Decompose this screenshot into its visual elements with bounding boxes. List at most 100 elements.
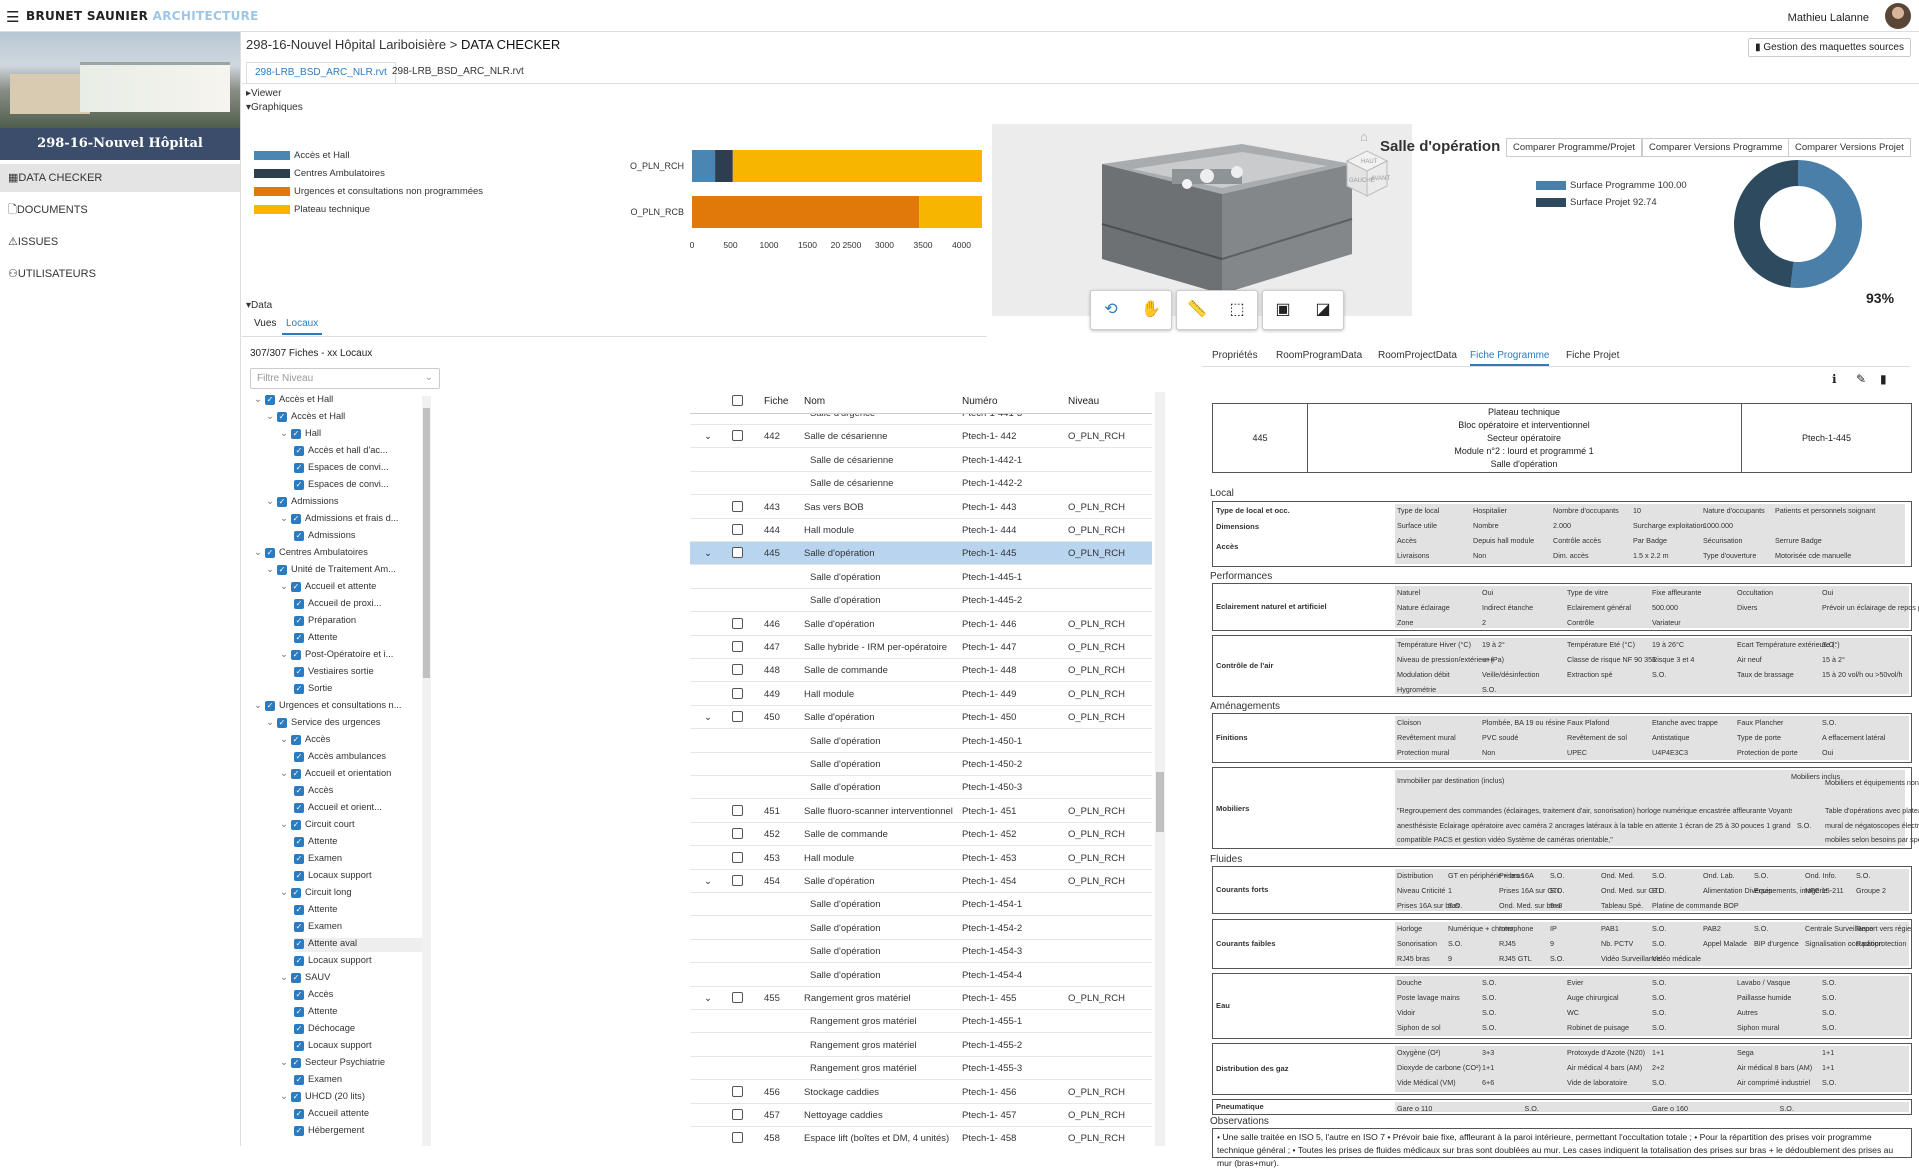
breadcrumb-project[interactable]: 298-16-Nouvel Hôpital Lariboisière — [246, 37, 446, 52]
row-checkbox[interactable] — [732, 547, 743, 559]
chevron-down-icon[interactable]: ⌄ — [704, 993, 712, 1004]
row-checkbox[interactable] — [732, 711, 743, 723]
select-all-checkbox[interactable] — [732, 395, 743, 406]
column-nom[interactable]: Nom — [804, 396, 825, 407]
file-tab-2[interactable]: 298-LRB_BSD_ARC_NLR.rvt — [384, 62, 532, 84]
table-row[interactable]: Salle d'opération Ptech-1-450-3 — [690, 776, 1152, 800]
menu-icon[interactable]: ☰ — [6, 8, 19, 26]
sources-management-button[interactable]: ▮ Gestion des maquettes sources — [1748, 38, 1911, 57]
table-row[interactable]: 452 Salle de commande Ptech-1- 452 O_PLN_RC… — [690, 823, 1152, 847]
table-row[interactable]: Salle d'opération Ptech-1-445-1 — [690, 566, 1152, 589]
tab-locaux[interactable]: Locaux — [282, 318, 323, 335]
row-checkbox[interactable] — [732, 641, 743, 652]
file-tab-1[interactable]: 298-LRB_BSD_ARC_NLR.rvt — [246, 62, 396, 84]
table-row[interactable]: Rangement gros matériel Ptech-1-455-1 — [690, 1010, 1152, 1034]
row-checkbox[interactable] — [732, 500, 743, 512]
row-checkbox[interactable] — [732, 851, 743, 863]
table-row[interactable]: Salle d'opération Ptech-1-454-4 — [690, 964, 1152, 987]
data-toggle[interactable]: ▾Data — [246, 300, 272, 311]
table-row[interactable]: ⌄ 450 Salle d'opération Ptech-1- 450 O_PLN_R… — [690, 706, 1152, 730]
table-row[interactable]: Salle d'opération Ptech-1-454-2 — [690, 917, 1152, 940]
row-checkbox[interactable] — [732, 687, 743, 699]
view-cube[interactable]: HAUT GAUCHE AVANT — [1337, 146, 1397, 206]
table-row[interactable]: 449 Hall module Ptech-1- 449 O_PLN_RCH — [690, 683, 1152, 706]
chevron-down-icon[interactable]: ⌄ — [254, 394, 265, 405]
home-icon[interactable]: ⌂ — [1360, 129, 1368, 144]
table-scrollbar[interactable] — [1155, 392, 1165, 1146]
table-row[interactable]: Salle d'urgence Ptech-1-441-3 — [690, 414, 1152, 425]
table-row[interactable]: ⌄ 454 Salle d'opération Ptech-1- 454 O_PLN_R… — [690, 870, 1152, 893]
row-checkbox[interactable] — [732, 664, 743, 676]
sidebar-item-documents[interactable]: 🗋DOCUMENTS — [0, 196, 240, 224]
table-row[interactable]: Salle d'opération Ptech-1-450-1 — [690, 730, 1152, 753]
document-icon[interactable]: ▮ — [1880, 372, 1887, 386]
table-row[interactable]: 447 Salle hybride - IRM per-opératoire Pte… — [690, 636, 1152, 659]
tree-node[interactable]: ⌄ ✓ Accès et Hall — [254, 394, 333, 408]
table-row[interactable]: 451 Salle fluoro-scanner interventionnel P… — [690, 800, 1152, 823]
table-row[interactable]: Rangement gros matériel Ptech-1-455-3 — [690, 1057, 1152, 1081]
viewer-toggle[interactable]: ▸Viewer — [246, 88, 281, 99]
row-checkbox[interactable] — [732, 875, 743, 886]
graphiques-toggle[interactable]: ▾Graphiques — [246, 102, 303, 113]
sidebar-item-issues[interactable]: ⚠ISSUES — [0, 228, 240, 256]
measure-icon[interactable]: 📏 — [1177, 291, 1217, 329]
table-row[interactable]: 458 Espace lift (boîtes et DM, 4 unités) P… — [690, 1127, 1152, 1146]
column-numero[interactable]: Numéro — [962, 396, 998, 407]
row-checkbox[interactable] — [732, 1132, 743, 1144]
tab-roomprojectdata[interactable]: RoomProjectData — [1378, 350, 1457, 361]
row-checkbox[interactable] — [732, 617, 743, 629]
tab-vues[interactable]: Vues — [254, 318, 276, 329]
column-fiche[interactable]: Fiche — [764, 396, 788, 407]
tab-fiche-projet[interactable]: Fiche Projet — [1566, 350, 1619, 361]
table-row[interactable]: ⌄ 442 Salle de césarienne Ptech-1- 442 O_PLN… — [690, 425, 1152, 449]
table-row[interactable]: 446 Salle d'opération Ptech-1- 446 O_PLN_RC… — [690, 613, 1152, 636]
edit-icon[interactable]: ✎ — [1856, 372, 1866, 386]
orbit-icon[interactable]: ⟲ — [1091, 291, 1131, 329]
compare-programme-projet-button[interactable]: Comparer Programme/Projet — [1506, 138, 1642, 157]
avatar[interactable] — [1885, 3, 1911, 29]
row-checkbox[interactable] — [732, 524, 743, 535]
table-row[interactable]: 444 Hall module Ptech-1- 444 O_PLN_RCH — [690, 519, 1152, 542]
row-checkbox[interactable] — [732, 828, 743, 840]
table-row[interactable]: Salle de césarienne Ptech-1-442-2 — [690, 472, 1152, 496]
table-row[interactable]: Salle de césarienne Ptech-1-442-1 — [690, 449, 1152, 472]
row-checkbox[interactable] — [732, 804, 743, 816]
user-name[interactable]: Mathieu Lalanne — [1788, 12, 1869, 24]
explode-icon[interactable]: ◪ — [1303, 291, 1343, 329]
tab-proprietes[interactable]: Propriétés — [1212, 350, 1258, 361]
niveau-filter-select[interactable]: Filtre Niveau ⌄ — [250, 368, 440, 389]
table-row[interactable]: ⌄ 455 Rangement gros matériel Ptech-1- 455 O… — [690, 987, 1152, 1010]
tab-roomprogramdata[interactable]: RoomProgramData — [1276, 350, 1362, 361]
tree-checkbox[interactable]: ✓ — [265, 394, 275, 405]
row-checkbox[interactable] — [732, 430, 743, 442]
table-scrollbar-thumb[interactable] — [1156, 772, 1164, 832]
tab-fiche-programme[interactable]: Fiche Programme — [1470, 350, 1550, 366]
table-row[interactable]: ⌄ 445 Salle d'opération Ptech-1- 445 O_PLN_R… — [690, 542, 1152, 566]
chevron-down-icon[interactable]: ⌄ — [704, 876, 712, 887]
chevron-down-icon[interactable]: ⌄ — [704, 431, 712, 442]
table-row[interactable]: Rangement gros matériel Ptech-1-455-2 — [690, 1034, 1152, 1057]
pan-icon[interactable]: ✋ — [1131, 291, 1171, 329]
table-row[interactable]: Salle d'opération Ptech-1-454-1 — [690, 893, 1152, 917]
section-icon[interactable]: ⬚ — [1217, 291, 1257, 329]
table-row[interactable]: Salle d'opération Ptech-1-454-3 — [690, 940, 1152, 964]
table-row[interactable]: 457 Nettoyage caddies Ptech-1- 457 O_PLN_RC… — [690, 1104, 1152, 1127]
row-checkbox[interactable] — [732, 992, 743, 1003]
table-row[interactable]: Salle d'opération Ptech-1-450-2 — [690, 753, 1152, 776]
row-checkbox[interactable] — [732, 1109, 743, 1120]
table-row[interactable]: 448 Salle de commande Ptech-1- 448 O_PLN_RC… — [690, 659, 1152, 683]
properties-icon[interactable]: ▣ — [1263, 291, 1303, 329]
table-row[interactable]: 453 Hall module Ptech-1- 453 O_PLN_RCH — [690, 847, 1152, 870]
table-row[interactable]: 443 Sas vers BOB Ptech-1- 443 O_PLN_RCH — [690, 496, 1152, 519]
3d-viewer[interactable]: HAUT GAUCHE AVANT ⌂ — [992, 124, 1412, 316]
sidebar-item-data-checker[interactable]: ▦DATA CHECKER — [0, 164, 240, 192]
brand-logo[interactable]: BRUNET SAUNIER ARCHITECTURE — [26, 9, 259, 23]
table-row[interactable]: 456 Stockage caddies Ptech-1- 456 O_PLN_RCH — [690, 1081, 1152, 1104]
sidebar-item-utilisateurs[interactable]: ⚇UTILISATEURS — [0, 260, 240, 288]
column-niveau[interactable]: Niveau — [1068, 396, 1099, 407]
chevron-down-icon[interactable]: ⌄ — [704, 548, 712, 559]
table-row[interactable]: Salle d'opération Ptech-1-445-2 — [690, 589, 1152, 613]
info-icon[interactable]: ℹ — [1832, 372, 1837, 386]
chevron-down-icon[interactable]: ⌄ — [704, 712, 712, 723]
row-checkbox[interactable] — [732, 1085, 743, 1097]
